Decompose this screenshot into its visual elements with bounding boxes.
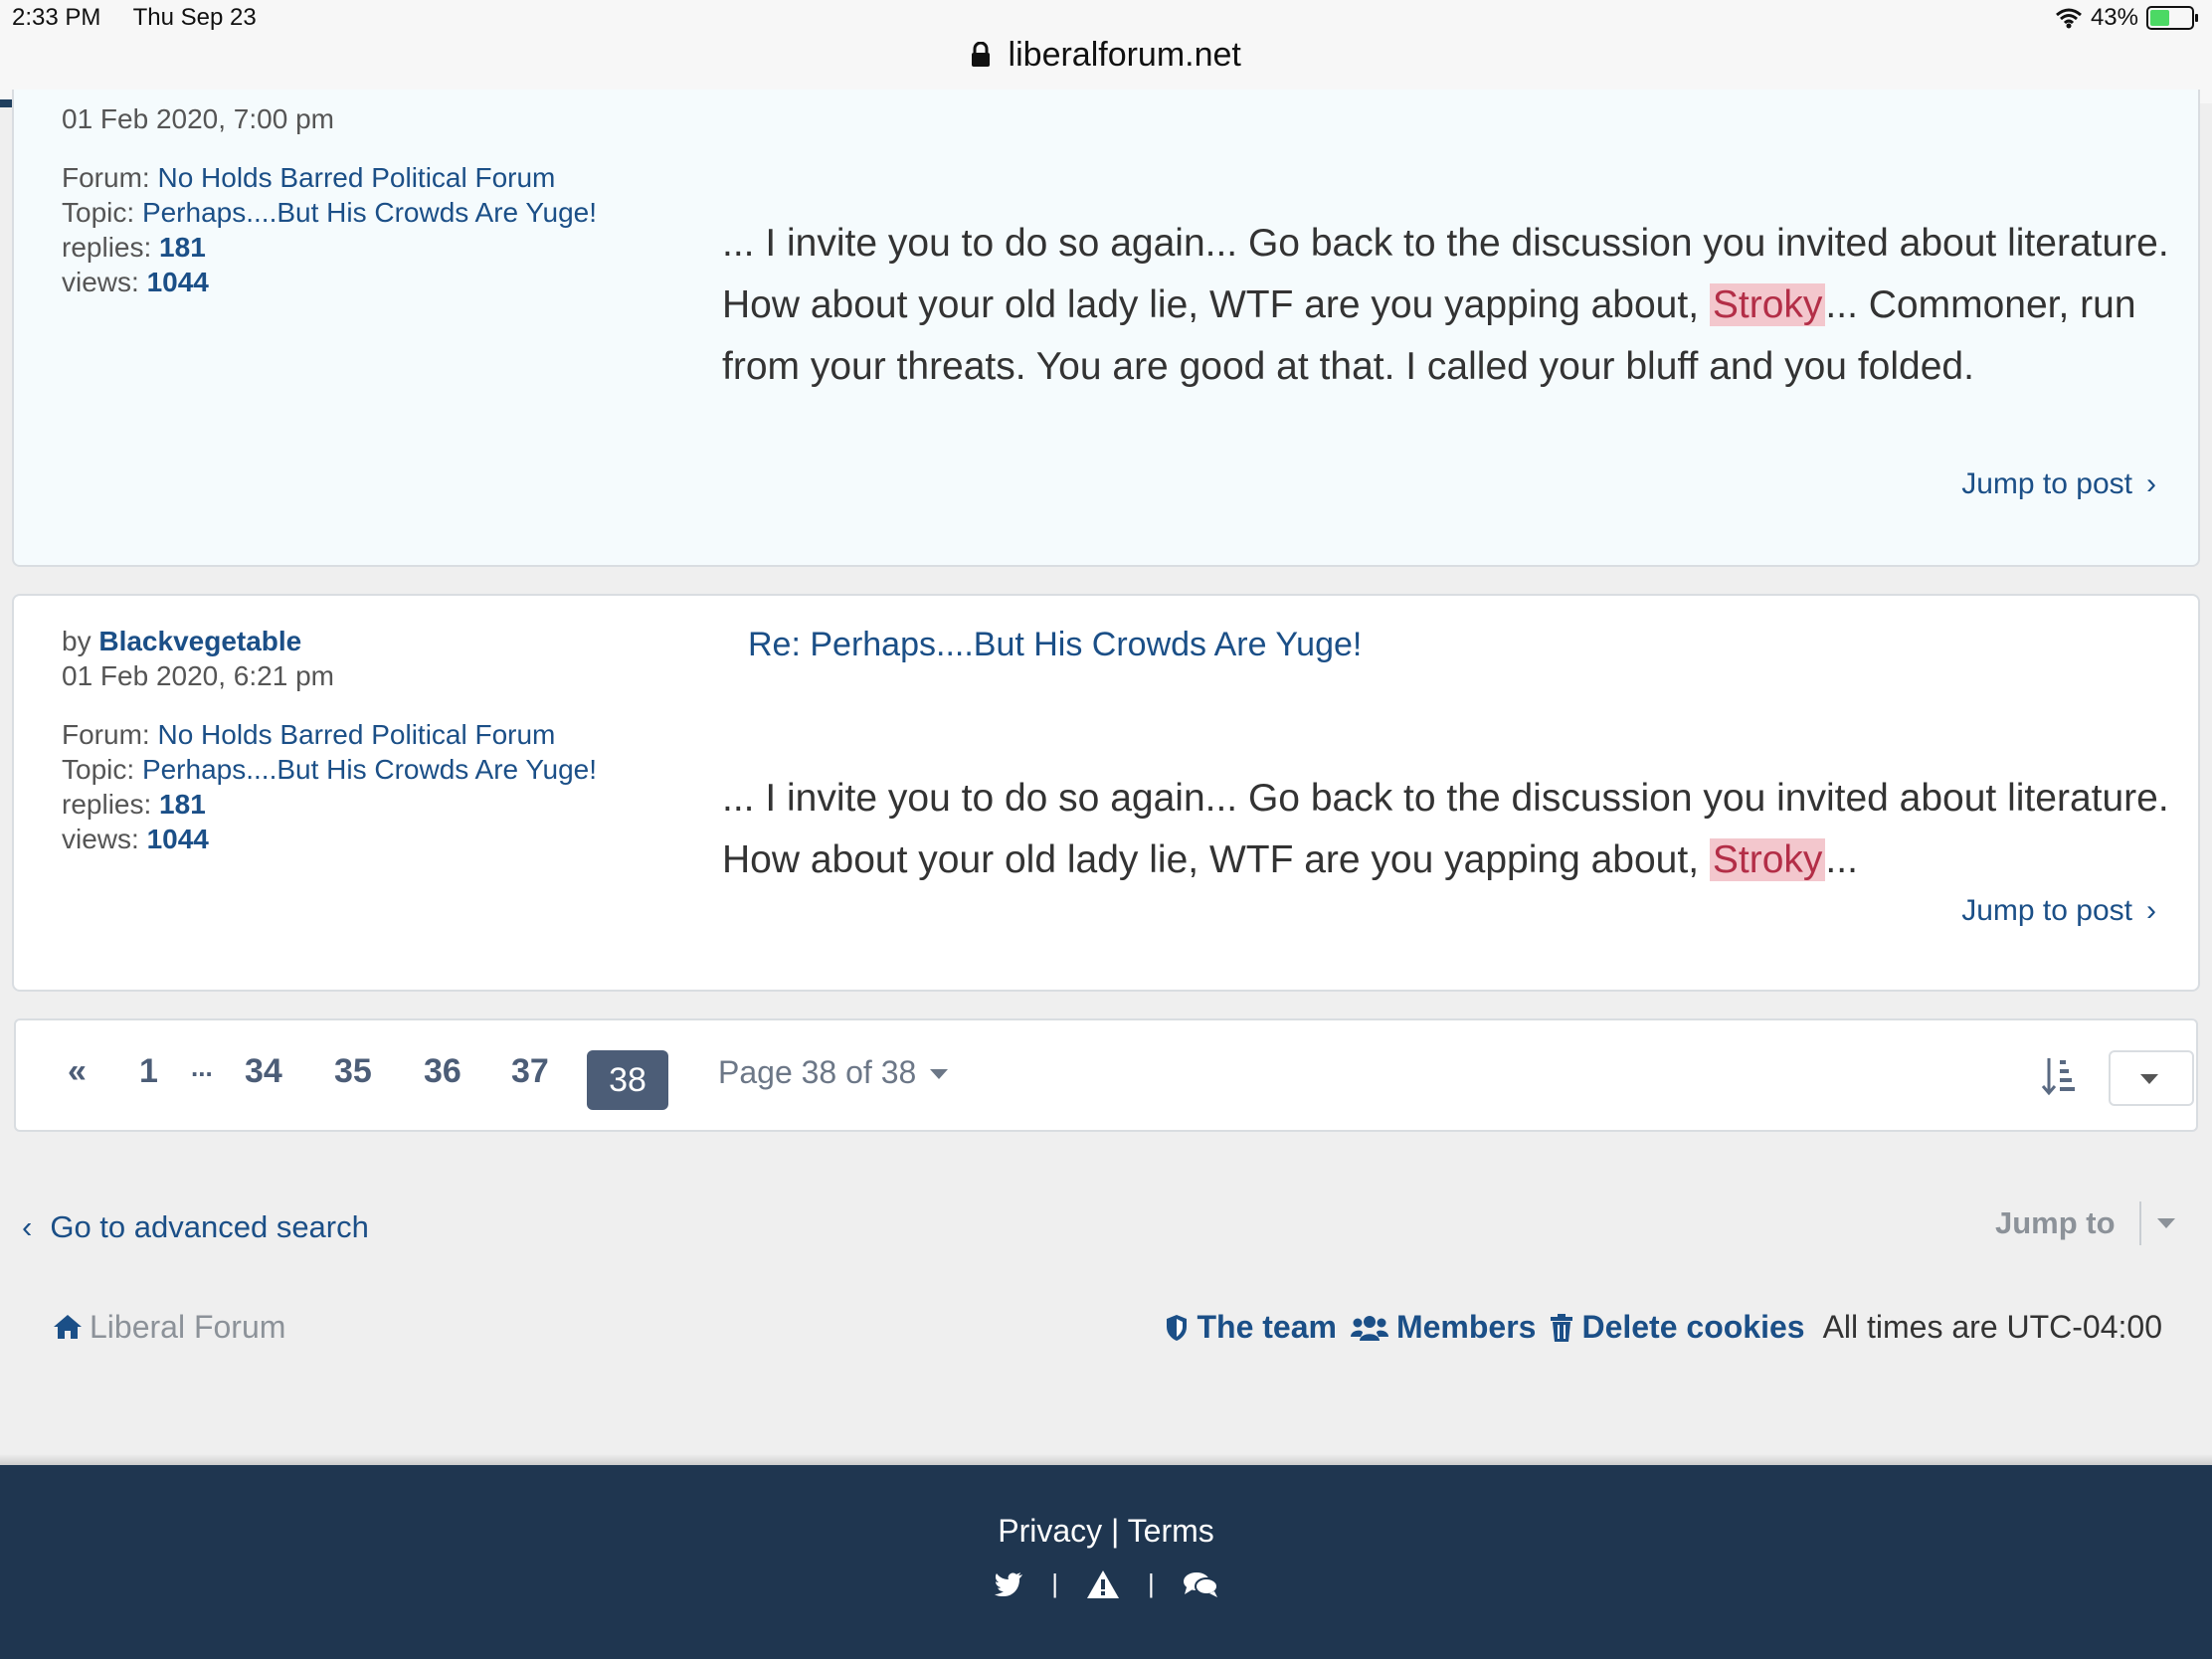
jump-to-post-link[interactable]: Jump to post ›: [1961, 894, 2156, 928]
privacy-link[interactable]: Privacy: [998, 1513, 1102, 1549]
status-time: 2:33 PM: [12, 4, 101, 31]
pagination-bar: « 1 ... 34 35 36 37 38 Page 38 of 38: [14, 1018, 2198, 1132]
post-date: 01 Feb 2020, 7:00 pm: [62, 103, 334, 134]
status-bar-right: 43%: [2055, 4, 2198, 32]
page-link[interactable]: 37: [511, 1052, 549, 1091]
footer-nav-links: The team Members Delete cookies All time…: [1165, 1309, 2162, 1346]
comments-icon[interactable]: [1183, 1570, 1218, 1598]
page-link[interactable]: 35: [334, 1052, 372, 1091]
chevron-right-icon: ›: [2146, 894, 2156, 927]
replies-label: replies:: [62, 232, 152, 263]
jump-to-dropdown[interactable]: Jump to: [1995, 1201, 2175, 1245]
wifi-icon: [2055, 8, 2082, 29]
warning-icon[interactable]: [1086, 1569, 1120, 1599]
home-link[interactable]: Liberal Forum: [52, 1309, 285, 1346]
url-bar[interactable]: liberalforum.net: [0, 36, 2212, 75]
footer-icons: | |: [0, 1568, 2212, 1599]
replies-label: replies:: [62, 789, 152, 820]
forum-link[interactable]: No Holds Barred Political Forum: [157, 719, 555, 750]
delete-cookies-link[interactable]: Delete cookies: [1550, 1309, 1805, 1346]
page-ellipsis: ...: [191, 1052, 213, 1082]
sort-options-dropdown[interactable]: [2109, 1050, 2194, 1106]
page-link[interactable]: 1: [139, 1052, 158, 1091]
footer-links: Privacy | Terms: [998, 1513, 1214, 1549]
twitter-icon[interactable]: [994, 1571, 1023, 1597]
url-text: liberalforum.net: [1008, 36, 1241, 74]
topic-label: Topic:: [62, 754, 135, 785]
search-highlight: Stroky: [1709, 283, 1826, 326]
page-link[interactable]: 34: [245, 1052, 282, 1091]
sort-icon[interactable]: [2041, 1056, 2077, 1096]
views-count: 1044: [146, 267, 209, 297]
post-meta: 01 Feb 2020, 7:00 pm Forum: No Holds Bar…: [62, 101, 597, 299]
search-result-post: by Blackvegetable 01 Feb 2020, 6:21 pm F…: [12, 594, 2200, 992]
chevron-right-icon: ›: [2146, 467, 2156, 500]
timezone-text: All times are UTC-04:00: [1822, 1309, 2162, 1345]
topic-link[interactable]: Perhaps....But His Crowds Are Yuge!: [142, 197, 597, 228]
shield-icon: [1167, 1314, 1188, 1341]
browser-chrome: 2:33 PM Thu Sep 23 43% liberalforum.net: [0, 0, 2212, 103]
post-date: 01 Feb 2020, 6:21 pm: [62, 660, 334, 691]
forum-link[interactable]: No Holds Barred Political Forum: [157, 162, 555, 193]
topic-label: Topic:: [62, 197, 135, 228]
trash-icon: [1551, 1313, 1573, 1342]
members-link[interactable]: Members: [1350, 1309, 1536, 1346]
page-of-dropdown[interactable]: Page 38 of 38: [718, 1054, 949, 1091]
current-page: 38: [587, 1050, 668, 1110]
caret-down-icon: [2140, 1074, 2158, 1084]
battery-percent: 43%: [2090, 4, 2138, 31]
views-count: 1044: [146, 824, 209, 854]
post-excerpt: ... I invite you to do so again... Go ba…: [722, 777, 2169, 881]
battery-icon: [2146, 6, 2198, 30]
page-link[interactable]: 36: [424, 1052, 461, 1091]
views-label: views:: [62, 824, 139, 854]
forum-label: Forum:: [62, 162, 150, 193]
site-footer: Privacy | Terms | |: [0, 1465, 2212, 1659]
topic-link[interactable]: Perhaps....But His Crowds Are Yuge!: [142, 754, 597, 785]
home-icon: [54, 1315, 82, 1339]
the-team-link[interactable]: The team: [1165, 1309, 1337, 1346]
search-highlight: Stroky: [1709, 838, 1826, 881]
replies-count: 181: [159, 232, 206, 263]
lock-icon: [972, 42, 991, 67]
jump-to-post-link[interactable]: Jump to post ›: [1961, 467, 2156, 501]
advanced-search-link[interactable]: ‹ Go to advanced search: [22, 1209, 369, 1245]
post-meta: by Blackvegetable 01 Feb 2020, 6:21 pm F…: [62, 624, 597, 856]
caret-down-icon: [2156, 1218, 2175, 1228]
previous-page-button[interactable]: «: [68, 1052, 87, 1091]
terms-link[interactable]: Terms: [1128, 1513, 1214, 1549]
caret-down-icon: [930, 1069, 949, 1079]
users-icon: [1350, 1315, 1388, 1341]
views-label: views:: [62, 267, 139, 297]
replies-count: 181: [159, 789, 206, 820]
status-bar-left: 2:33 PM Thu Sep 23: [12, 4, 282, 32]
search-result-post: 01 Feb 2020, 7:00 pm Forum: No Holds Bar…: [12, 90, 2200, 567]
forum-label: Forum:: [62, 719, 150, 750]
by-label: by: [62, 626, 92, 656]
status-date: Thu Sep 23: [132, 4, 257, 31]
chevron-left-icon: ‹: [22, 1209, 33, 1244]
post-title-link[interactable]: Re: Perhaps....But His Crowds Are Yuge!: [748, 626, 1362, 664]
author-link[interactable]: Blackvegetable: [98, 626, 301, 656]
post-excerpt: ... I invite you to do so again... Go ba…: [722, 222, 2169, 388]
